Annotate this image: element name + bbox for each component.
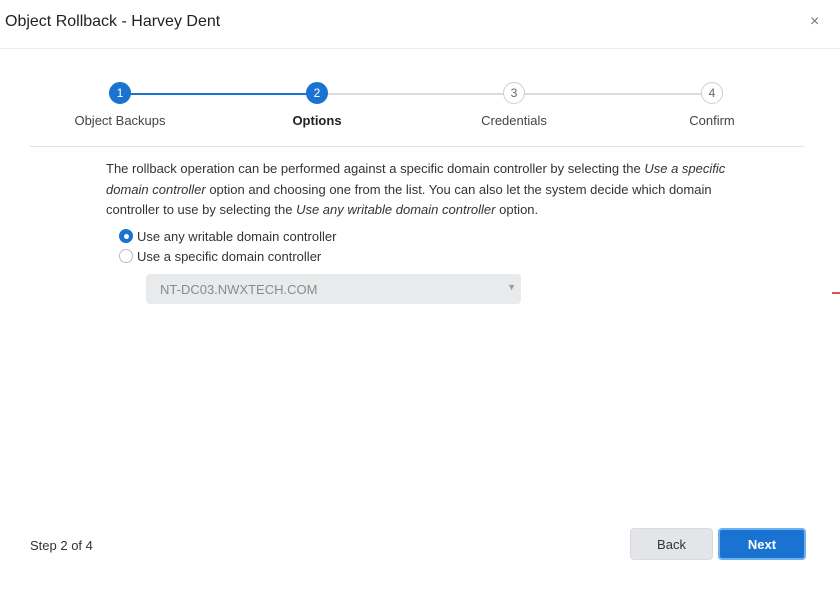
step-credentials: 3 Credentials: [434, 82, 594, 128]
caret-down-icon: ▼: [507, 282, 516, 292]
description-text: option.: [495, 202, 539, 217]
step-counter: Step 2 of 4: [30, 538, 93, 553]
step-number-badge: 2: [306, 82, 328, 104]
description-emphasis: Use any writable domain controller: [296, 202, 496, 217]
step-number-badge: 1: [109, 82, 131, 104]
radio-label: Use a specific domain controller: [137, 248, 322, 264]
next-button[interactable]: Next: [718, 528, 806, 560]
radio-checked-icon[interactable]: [119, 229, 133, 243]
step-number-badge: 3: [503, 82, 525, 104]
radio-any-writable-dc[interactable]: Use any writable domain controller: [119, 227, 336, 245]
wizard-stepper: 1 Object Backups 2 Options 3 Credentials…: [30, 80, 804, 147]
domain-controller-select[interactable]: NT-DC03.NWXTECH.COM ▼: [146, 274, 521, 304]
object-rollback-dialog: Object Rollback - Harvey Dent × 1 Object…: [0, 0, 840, 589]
step-options: 2 Options: [237, 82, 397, 128]
edge-marker: [832, 292, 840, 294]
step-label: Confirm: [689, 113, 735, 128]
select-value: NT-DC03.NWXTECH.COM: [160, 282, 318, 297]
radio-label: Use any writable domain controller: [137, 228, 337, 244]
close-icon[interactable]: ×: [810, 13, 819, 31]
step-label: Object Backups: [74, 113, 166, 128]
dialog-header: Object Rollback - Harvey Dent ×: [0, 0, 840, 49]
step-object-backups: 1 Object Backups: [40, 82, 200, 128]
radio-unchecked-icon[interactable]: [119, 249, 133, 263]
dialog-title: Object Rollback - Harvey Dent: [5, 13, 221, 30]
back-button[interactable]: Back: [630, 528, 713, 560]
step-confirm: 4 Confirm: [632, 82, 792, 128]
options-description: The rollback operation can be performed …: [106, 159, 736, 221]
step-number-badge: 4: [701, 82, 723, 104]
step-label: Options: [292, 113, 342, 128]
radio-specific-dc[interactable]: Use a specific domain controller: [119, 247, 321, 265]
step-label: Credentials: [481, 113, 547, 128]
description-text: The rollback operation can be performed …: [106, 161, 645, 176]
